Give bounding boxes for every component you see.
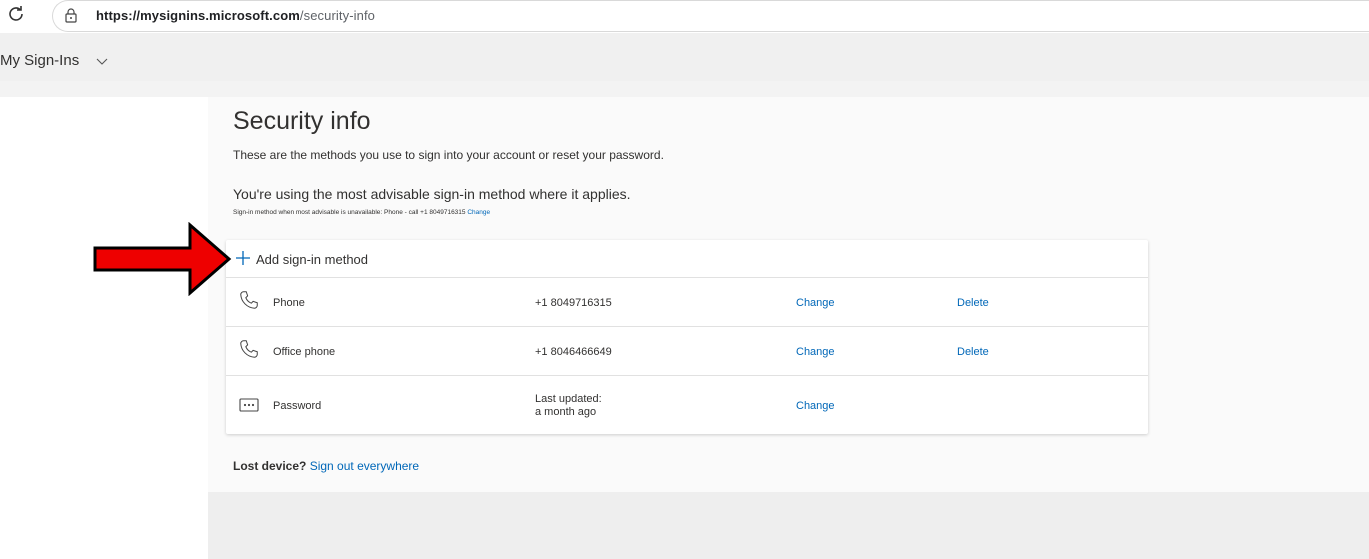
browser-address-bar: https://mysignins.microsoft.com/security…	[0, 0, 1369, 33]
methods-card: Add sign-in method Phone +1 8049716315 C…	[226, 240, 1148, 434]
advisable-method-text: You're using the most advisable sign-in …	[233, 186, 631, 202]
delete-link[interactable]: Delete	[957, 297, 989, 309]
last-updated-value: a month ago	[535, 406, 597, 418]
method-row-office-phone: Office phone +1 8046466649 Change Delete	[226, 327, 1148, 376]
method-row-phone: Phone +1 8049716315 Change Delete	[226, 278, 1148, 327]
password-icon	[239, 398, 259, 412]
content-top-strip	[0, 81, 208, 97]
change-link[interactable]: Change	[796, 346, 835, 358]
app-header: My Sign-Ins	[0, 33, 1369, 81]
add-sign-in-method-button[interactable]: Add sign-in method	[226, 240, 1148, 278]
plus-icon	[236, 251, 250, 265]
method-name: Phone	[273, 297, 305, 309]
method-value: Last updated: a month ago	[535, 393, 602, 419]
page-title: Security info	[233, 107, 371, 135]
app-title[interactable]: My Sign-Ins	[0, 52, 79, 69]
delete-link[interactable]: Delete	[957, 346, 989, 358]
lock-icon[interactable]	[63, 7, 79, 23]
page-description: These are the methods you use to sign in…	[233, 148, 664, 162]
content-footer-area	[208, 492, 1369, 559]
add-sign-in-method-label: Add sign-in method	[256, 252, 369, 267]
method-name: Office phone	[273, 346, 336, 358]
fallback-method-text: Sign-in method when most advisable is un…	[233, 209, 490, 216]
lost-device-section: Lost device? Sign out everywhere	[233, 459, 419, 473]
fallback-text: Sign-in method when most advisable is un…	[233, 209, 466, 216]
chevron-down-icon[interactable]	[96, 55, 108, 67]
lost-device-label: Lost device?	[233, 459, 307, 473]
change-link[interactable]: Change	[796, 400, 835, 412]
method-row-password: Password Last updated: a month ago Chang…	[226, 376, 1148, 434]
method-value: +1 8046466649	[535, 346, 612, 358]
url-domain: https://mysignins.microsoft.com	[96, 8, 300, 23]
phone-icon	[240, 340, 258, 358]
phone-icon	[240, 291, 258, 309]
url-text[interactable]: https://mysignins.microsoft.com/security…	[96, 8, 375, 23]
reload-icon[interactable]	[4, 2, 28, 26]
method-name: Password	[273, 400, 322, 412]
sign-out-everywhere-link[interactable]: Sign out everywhere	[310, 459, 419, 473]
red-arrow-annotation	[93, 222, 232, 296]
method-value: +1 8049716315	[535, 297, 612, 309]
url-path: /security-info	[299, 8, 375, 23]
fallback-change-link[interactable]: Change	[467, 209, 490, 216]
last-updated-label: Last updated:	[535, 393, 602, 405]
change-link[interactable]: Change	[796, 297, 835, 309]
left-nav-panel	[0, 81, 208, 559]
